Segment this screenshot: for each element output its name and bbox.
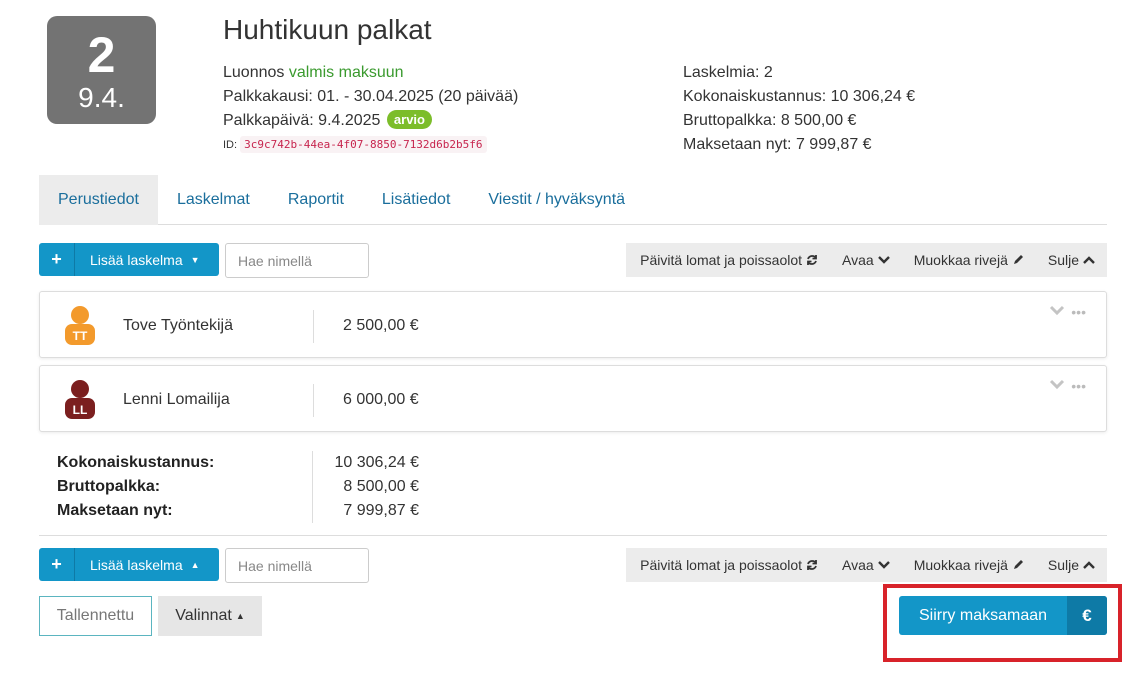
edit-rows-button[interactable]: Muokkaa rivejä [902, 252, 1036, 268]
divider [313, 384, 314, 417]
calc-count: Laskelmia: 2 [683, 64, 773, 81]
pencil-icon [1013, 255, 1023, 264]
edit-label: Muokkaa rivejä [913, 557, 1008, 573]
badge-date: 9.4. [78, 82, 125, 113]
chevron-down-icon[interactable] [1049, 378, 1065, 390]
summary-total-cost-label: Kokonaiskustannus: [57, 454, 215, 471]
caret-up-icon: ▲ [190, 559, 200, 570]
person-avatar-icon: TT [65, 306, 95, 345]
pay-period: Palkkakausi: 01. - 30.04.2025 (20 päivää… [223, 88, 519, 105]
divider [39, 535, 1107, 536]
saved-button[interactable]: Tallennettu [39, 596, 152, 636]
tab-raportit[interactable]: Raportit [269, 175, 363, 225]
row-controls: ••• [1049, 378, 1086, 394]
add-calculation-label: Lisää laskelma [90, 556, 183, 573]
id-value: 3c9c742b-44ea-4f07-8850-7132d6b2b5f6 [240, 136, 487, 153]
refresh-icon [807, 560, 817, 570]
total-cost: Kokonaiskustannus: 10 306,24 € [683, 88, 916, 105]
close-all-button[interactable]: Sulje [1036, 557, 1107, 573]
chevron-down-icon[interactable] [1049, 304, 1065, 316]
refresh-label: Päivitä lomat ja poissaolot [640, 252, 803, 268]
open-label: Avaa [842, 557, 874, 573]
employee-row[interactable]: LL Lenni Lomailija 6 000,00 € ••• [39, 365, 1107, 432]
options-button[interactable]: Valinnat ▲ [158, 596, 262, 636]
actions-bar: Päivitä lomat ja poissaolot Avaa Muokkaa… [626, 243, 1107, 277]
payroll-date-badge: 2 9.4. [47, 16, 156, 124]
status-line: Luonnos valmis maksuun [223, 61, 518, 85]
edit-label: Muokkaa rivejä [913, 252, 1008, 268]
id-label: ID: [223, 139, 238, 151]
summary-values: 10 306,24 € 8 500,00 € 7 999,87 € [300, 451, 419, 523]
open-all-button[interactable]: Avaa [830, 557, 902, 573]
refresh-absences-button[interactable]: Päivitä lomat ja poissaolot [626, 557, 830, 573]
page-title: Huhtikuun palkat [223, 14, 432, 45]
open-all-button[interactable]: Avaa [830, 252, 902, 268]
svg-text:LL: LL [73, 403, 88, 417]
svg-text:TT: TT [73, 329, 88, 343]
gross-pay: Bruttopalkka: 8 500,00 € [683, 112, 857, 129]
more-icon[interactable]: ••• [1071, 378, 1086, 394]
summary-total-cost-value: 10 306,24 € [334, 454, 419, 471]
add-calculation-label: Lisää laskelma [90, 251, 183, 268]
tab-lisatiedot[interactable]: Lisätiedot [363, 175, 470, 225]
search-input[interactable] [225, 243, 369, 278]
refresh-icon [807, 255, 817, 265]
edit-rows-button[interactable]: Muokkaa rivejä [902, 557, 1036, 573]
top-toolbar: + Lisää laskelma ▼ Päivitä lomat ja pois… [39, 243, 1107, 278]
person-avatar-icon: LL [65, 380, 95, 419]
employee-row[interactable]: TT Tove Työntekijä 2 500,00 € ••• [39, 291, 1107, 358]
summary-pay-now-value: 7 999,87 € [343, 502, 419, 519]
options-label: Valinnat [175, 607, 232, 624]
caret-down-icon: ▼ [190, 254, 200, 265]
summary-gross-label: Bruttopalkka: [57, 478, 161, 495]
open-label: Avaa [842, 252, 874, 268]
employee-amount: 2 500,00 € [343, 317, 419, 334]
plus-icon: + [39, 243, 75, 276]
close-label: Sulje [1047, 252, 1079, 268]
status-ready: valmis maksuun [288, 64, 404, 81]
search-input[interactable] [225, 548, 369, 583]
payroll-totals: Laskelmia: 2 Kokonaiskustannus: 10 306,2… [683, 61, 915, 157]
close-label: Sulje [1047, 557, 1079, 573]
tab-bar: Perustiedot Laskelmat Raportit Lisätiedo… [39, 175, 1107, 225]
chevron-down-icon [877, 256, 890, 264]
status-prefix: Luonnos [223, 64, 285, 81]
employee-name: Tove Työntekijä [123, 317, 233, 334]
bottom-toolbar: + Lisää laskelma ▲ Päivitä lomat ja pois… [39, 548, 1107, 583]
add-calculation-button[interactable]: + Lisää laskelma ▼ [39, 243, 219, 276]
proceed-to-payment-label: Siirry maksamaan [918, 606, 1048, 624]
refresh-absences-button[interactable]: Päivitä lomat ja poissaolot [626, 252, 830, 268]
plus-icon: + [39, 548, 75, 581]
proceed-to-payment-button[interactable]: Siirry maksamaan € [899, 596, 1107, 635]
row-controls: ••• [1049, 304, 1086, 320]
tab-perustiedot[interactable]: Perustiedot [39, 175, 158, 225]
close-all-button[interactable]: Sulje [1036, 252, 1107, 268]
pencil-icon [1013, 560, 1023, 569]
payday-line: Palkkapäivä: 9.4.2025 arvio [223, 109, 518, 133]
caret-up-icon: ▲ [235, 611, 245, 621]
euro-icon: € [1067, 596, 1107, 635]
badge-number: 2 [87, 27, 116, 83]
chevron-up-icon [1083, 256, 1095, 264]
estimate-badge: arvio [386, 110, 432, 129]
tab-viestit[interactable]: Viestit / hyväksyntä [469, 175, 644, 225]
payroll-info: Luonnos valmis maksuun Palkkakausi: 01. … [223, 61, 518, 155]
summary-labels: Kokonaiskustannus: Bruttopalkka: Makseta… [57, 451, 214, 523]
summary-pay-now-label: Maksetaan nyt: [57, 502, 173, 519]
divider [313, 310, 314, 343]
employee-name: Lenni Lomailija [123, 391, 230, 408]
tab-laskelmat[interactable]: Laskelmat [158, 175, 269, 225]
add-calculation-button[interactable]: + Lisää laskelma ▲ [39, 548, 219, 581]
pay-now: Maksetaan nyt: 7 999,87 € [683, 136, 872, 153]
more-icon[interactable]: ••• [1071, 304, 1086, 320]
summary-gross-value: 8 500,00 € [343, 478, 419, 495]
chevron-up-icon [1083, 561, 1095, 569]
payday: Palkkapäivä: 9.4.2025 [223, 112, 381, 129]
actions-bar: Päivitä lomat ja poissaolot Avaa Muokkaa… [626, 548, 1107, 582]
refresh-label: Päivitä lomat ja poissaolot [640, 557, 803, 573]
employee-amount: 6 000,00 € [343, 391, 419, 408]
id-line: ID: 3c9c742b-44ea-4f07-8850-7132d6b2b5f6 [223, 135, 518, 155]
chevron-down-icon [877, 561, 890, 569]
